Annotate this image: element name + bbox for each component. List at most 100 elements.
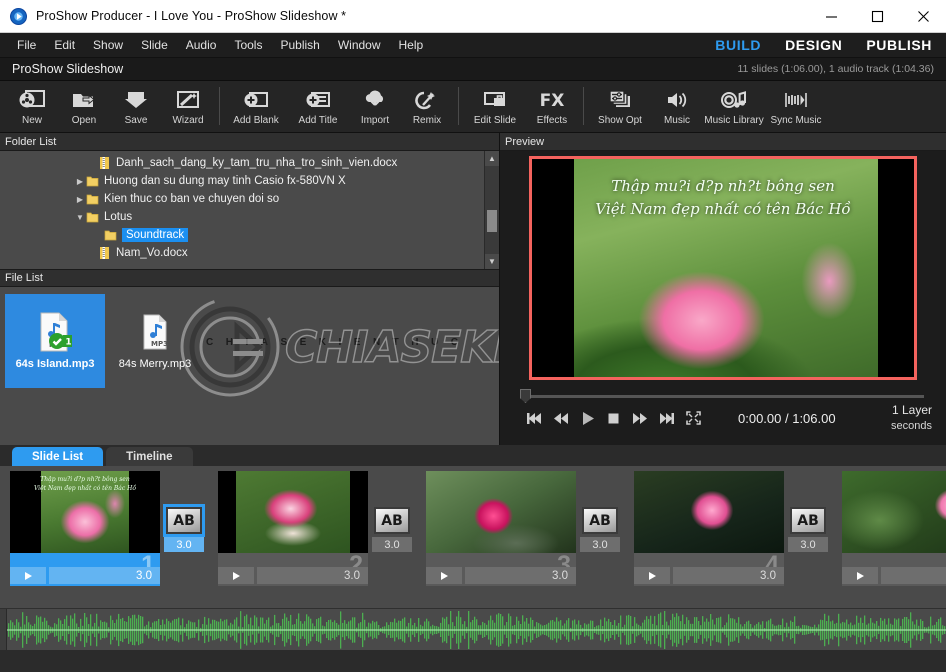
slide-item-2[interactable]: 2 3.0 [218,471,368,586]
slide-thumbnail[interactable] [634,471,784,553]
transition-preview-icon[interactable]: AB [374,507,410,534]
slide-thumbnail[interactable]: Thập mu?i d?p nh?t bông sen Việt Nam đẹp… [10,471,160,553]
toolbar-button-edit-slide[interactable]: Edit Slide [464,84,526,132]
slide-play-button[interactable] [218,567,254,584]
toolbar-button-wizard[interactable]: Wizard [162,84,214,132]
slide-play-button[interactable] [842,567,878,584]
transition-preview-icon[interactable]: AB [163,504,205,537]
file-list[interactable]: CHIASEKIENTHUC CHIASEKIENTHUC MP3 1 [0,287,499,445]
rewind-button[interactable] [553,412,569,425]
skip-start-button[interactable] [526,412,542,425]
chevron-right-icon[interactable]: ▶ [74,177,86,186]
scrollbar-thumb[interactable] [487,210,497,232]
slide-duration[interactable]: 3.0 [881,567,946,584]
skip-end-button[interactable] [659,412,675,425]
toolbar-button-import[interactable]: Import [349,84,401,132]
menu-item-slide[interactable]: Slide [132,33,177,58]
slide-item-4[interactable]: 4 3.0 [634,471,784,586]
transition-preview-icon[interactable]: AB [582,507,618,534]
transition-duration[interactable]: 3.0 [580,537,620,552]
chevron-down-icon[interactable]: ▼ [74,213,86,222]
tree-row-docx-namvo[interactable]: Nam_Vo.docx [0,244,484,262]
menu-item-file[interactable]: File [8,33,45,58]
toolbar-button-add-blank[interactable]: Add Blank [225,84,287,132]
maximize-button[interactable] [854,0,900,33]
toolbar-button-new[interactable]: New [6,84,58,132]
toolbar-button-add-title[interactable]: Add Title [287,84,349,132]
slide-duration[interactable]: 3.0 [465,567,576,584]
transition-item-2[interactable]: AB 3.0 [368,471,416,552]
slide-play-button[interactable] [10,567,46,584]
transition-item-1[interactable]: AB 3.0 [160,471,208,552]
chevron-right-icon[interactable]: ▶ [74,195,86,204]
slide-thumbnail[interactable] [218,471,368,553]
transition-item-3[interactable]: AB 3.0 [576,471,624,552]
menu-item-audio[interactable]: Audio [177,33,226,58]
tree-row-folder-casio[interactable]: ▶ Huong dan su dung may tinh Casio fx-58… [0,172,484,190]
toolbar-button-music[interactable]: Music [651,84,703,132]
slide-list[interactable]: Thập mu?i d?p nh?t bông sen Việt Nam đẹp… [0,466,946,608]
fullscreen-button[interactable] [686,411,701,425]
close-button[interactable] [900,0,946,33]
slide-duration[interactable]: 3.0 [673,567,784,584]
tab-timeline[interactable]: Timeline [106,447,193,466]
slide-thumbnail[interactable] [426,471,576,553]
toolbar-button-show-opt[interactable]: Show Opt [589,84,651,132]
scrollbar-track[interactable] [485,166,499,254]
seek-handle[interactable] [520,389,531,403]
seek-track[interactable] [524,395,924,398]
slide-play-button[interactable] [634,567,670,584]
toolbar-separator-1 [219,87,220,125]
menu-item-tools[interactable]: Tools [225,33,271,58]
menu-item-window[interactable]: Window [329,33,390,58]
slide-play-button[interactable] [426,567,462,584]
tree-row-docx-danhsach[interactable]: Danh_sach_dang_ky_tam_tru_nha_tro_sinh_v… [0,154,484,172]
slide-item-1[interactable]: Thập mu?i d?p nh?t bông sen Việt Nam đẹp… [10,471,160,586]
preview-stage[interactable]: Thập mu?i d?p nh?t bông sen Việt Nam đẹp… [529,156,917,380]
menu-item-publish[interactable]: Publish [271,33,328,58]
preview-body[interactable]: Thập mu?i d?p nh?t bông sen Việt Nam đẹp… [500,151,946,385]
tree-row-folder-kienthuc[interactable]: ▶ Kien thuc co ban ve chuyen doi so [0,190,484,208]
folder-list-title: Folder List [5,135,57,148]
transition-duration[interactable]: 3.0 [372,537,412,552]
minimize-button[interactable] [808,0,854,33]
tree-row-folder-lotus[interactable]: ▼ Lotus [0,208,484,226]
toolbar-label-add-title: Add Title [298,115,338,126]
slide-item-3[interactable]: 3 3.0 [426,471,576,586]
file-item-island-mp3[interactable]: MP3 1 64s Island.mp3 [5,294,105,388]
toolbar-button-save[interactable]: Save [110,84,162,132]
slide-duration[interactable]: 3.0 [49,567,160,584]
folder-tree-scrollbar[interactable]: ▲ ▼ [484,151,499,269]
toolbar-button-open[interactable]: Open [58,84,110,132]
file-item-merry-mp3[interactable]: MP3 84s Merry.mp3 [105,294,205,388]
transition-duration[interactable]: 3.0 [788,537,828,552]
transition-item-4[interactable]: AB 3.0 [784,471,832,552]
toolbar-button-remix[interactable]: Remix [401,84,453,132]
slide-thumbnail[interactable] [842,471,946,553]
mode-tab-build[interactable]: BUILD [715,37,761,53]
tab-slide-list[interactable]: Slide List [12,447,104,466]
slide-duration[interactable]: 3.0 [257,567,368,584]
stop-button[interactable] [607,412,621,425]
mode-tab-design[interactable]: DESIGN [785,37,842,53]
fast-forward-button[interactable] [632,412,648,425]
slide-item-5[interactable]: 5 3.0 [842,471,946,586]
seek-bar[interactable] [514,389,932,403]
folder-tree[interactable]: Danh_sach_dang_ky_tam_tru_nha_tro_sinh_v… [0,151,499,269]
menu-item-edit[interactable]: Edit [45,33,84,58]
transition-duration[interactable]: 3.0 [164,537,204,552]
menu-item-show[interactable]: Show [84,33,132,58]
mode-tab-publish[interactable]: PUBLISH [866,37,932,53]
play-button[interactable] [580,411,596,426]
audio-waveform-track[interactable] [0,608,946,650]
toolbar-button-music-library[interactable]: Music Library [703,84,765,132]
scroll-down-icon[interactable]: ▼ [485,254,499,269]
file-badge-count: 1 [65,338,71,348]
scroll-up-icon[interactable]: ▲ [485,151,499,166]
tree-row-folder-soundtrack[interactable]: Soundtrack [0,226,484,244]
menu-item-help[interactable]: Help [390,33,433,58]
transition-preview-icon[interactable]: AB [790,507,826,534]
toolbar-button-effects[interactable]: FX Effects [526,84,578,132]
toolbar-button-sync-music[interactable]: Sync Music [765,84,827,132]
show-name: ProShow Slideshow [12,62,124,76]
